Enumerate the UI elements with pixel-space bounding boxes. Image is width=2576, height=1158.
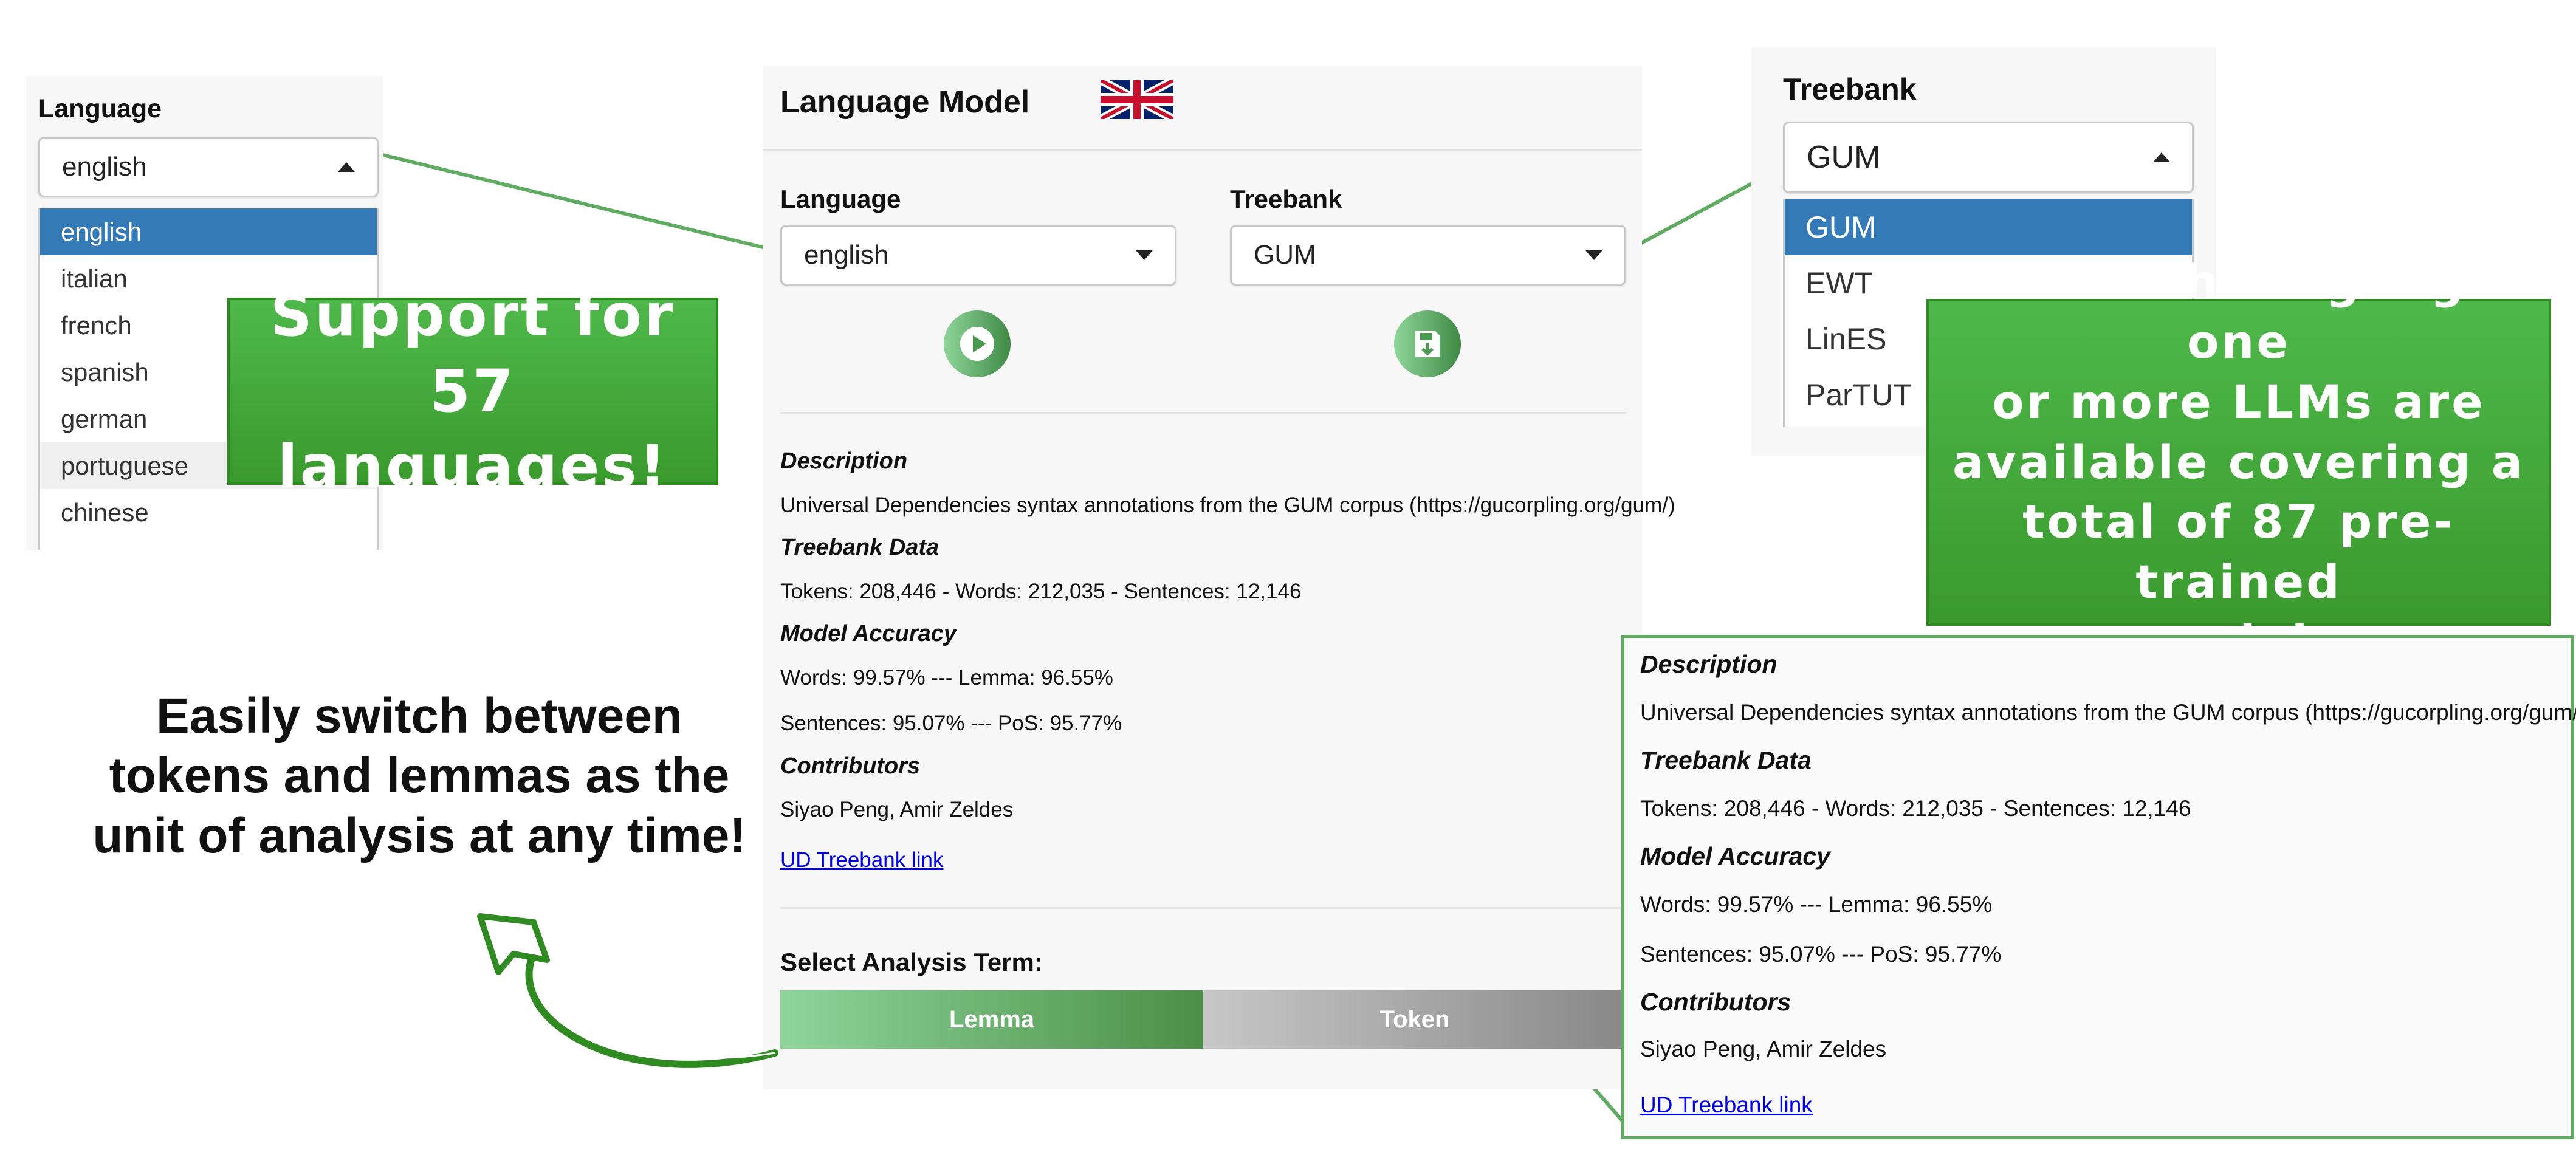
zoom-ud-treebank-link[interactable]: UD Treebank link <box>1640 1092 1813 1118</box>
models-callout-line1: For each language one <box>1977 255 2500 369</box>
treebank-data-text: Tokens: 208,446 - Words: 212,035 - Sente… <box>780 580 1302 603</box>
treebank-select-value: GUM <box>1807 140 1881 175</box>
lemma-toggle[interactable]: Lemma <box>780 990 1203 1049</box>
connector-language <box>382 153 781 253</box>
switch-annotation-line1: Easily switch between <box>156 688 682 744</box>
caret-up-icon <box>2153 152 2170 162</box>
center-language-label: Language <box>780 185 901 213</box>
curved-arrow-icon <box>477 913 778 1068</box>
ud-treebank-link[interactable]: UD Treebank link <box>780 848 943 872</box>
zoom-accuracy-heading: Model Accuracy <box>1640 842 1830 870</box>
divider-1 <box>780 412 1626 414</box>
download-model-button[interactable] <box>1394 310 1461 377</box>
switch-annotation-line3: unit of analysis at any time! <box>92 807 746 863</box>
header-divider <box>763 149 1642 151</box>
center-language-value: english <box>804 240 889 270</box>
models-callout: For each language one or more LLMs are a… <box>1926 255 2551 669</box>
treebank-select[interactable]: GUM <box>1783 122 2194 193</box>
languages-callout-line1: Support for <box>270 281 676 349</box>
languages-callout-line2: 57 languages! <box>277 357 668 501</box>
contributors-text: Siyao Peng, Amir Zeldes <box>780 798 1014 821</box>
play-icon <box>960 327 994 361</box>
accuracy-line-1: Words: 99.57% --- Lemma: 96.55% <box>780 666 1113 690</box>
language-model-panel: Language Model Language english Treebank… <box>763 66 1675 1089</box>
switch-annotation: Easily switch between tokens and lemmas … <box>61 687 778 866</box>
center-treebank-label: Treebank <box>1230 185 1342 213</box>
zoom-accuracy-line-2: Sentences: 95.07% --- PoS: 95.77% <box>1640 942 2002 967</box>
token-toggle[interactable]: Token <box>1203 990 1626 1049</box>
treebank-data-heading: Treebank Data <box>780 535 939 560</box>
switch-annotation-line2: tokens and lemmas as the <box>109 748 730 804</box>
models-callout-line4: total of 87 pre-trained <box>2022 495 2455 609</box>
models-callout-line3: available covering a <box>1952 434 2526 489</box>
zoom-treebank-data-heading: Treebank Data <box>1640 746 1812 774</box>
center-language-select[interactable]: english <box>780 225 1176 286</box>
accuracy-heading: Model Accuracy <box>780 621 957 646</box>
model-info-zoom: Description Universal Dependencies synta… <box>1621 635 2576 1139</box>
divider-2 <box>780 907 1626 909</box>
treebank-option-gum[interactable]: GUM <box>1785 199 2192 255</box>
center-treebank-value: GUM <box>1254 240 1316 270</box>
zoom-accuracy-line-1: Words: 99.57% --- Lemma: 96.55% <box>1640 892 1993 917</box>
chevron-down-icon <box>1136 250 1153 260</box>
description-text: Universal Dependencies syntax annotation… <box>780 493 1675 517</box>
center-treebank-select[interactable]: GUM <box>1230 225 1626 286</box>
description-heading: Description <box>780 448 908 474</box>
uk-flag-icon <box>1101 80 1173 119</box>
caret-up-icon <box>338 162 355 172</box>
languages-callout: Support for 57 languages! <box>227 281 718 501</box>
contributors-heading: Contributors <box>780 753 921 779</box>
language-select-value: english <box>62 152 147 182</box>
zoom-contributors-heading: Contributors <box>1640 988 1791 1016</box>
zoom-contributors-text: Siyao Peng, Amir Zeldes <box>1640 1036 1887 1061</box>
zoom-description-text: Universal Dependencies syntax annotation… <box>1640 700 2576 725</box>
zoom-treebank-data-text: Tokens: 208,446 - Words: 212,035 - Sente… <box>1640 796 2191 821</box>
panel-title: Language Model <box>780 84 1030 120</box>
models-callout-line2: or more LLMs are <box>1992 374 2485 429</box>
zoom-description-heading: Description <box>1640 650 1777 678</box>
chevron-down-icon <box>1585 250 1602 260</box>
analysis-term-label: Select Analysis Term: <box>780 948 1043 976</box>
language-option-english[interactable]: english <box>40 208 377 255</box>
save-download-icon <box>1415 331 1440 357</box>
accuracy-line-2: Sentences: 95.07% --- PoS: 95.77% <box>780 711 1122 735</box>
run-model-button[interactable] <box>944 310 1011 377</box>
language-label: Language <box>38 94 162 123</box>
treebank-label: Treebank <box>1783 72 1917 106</box>
language-select[interactable]: english <box>38 137 379 197</box>
